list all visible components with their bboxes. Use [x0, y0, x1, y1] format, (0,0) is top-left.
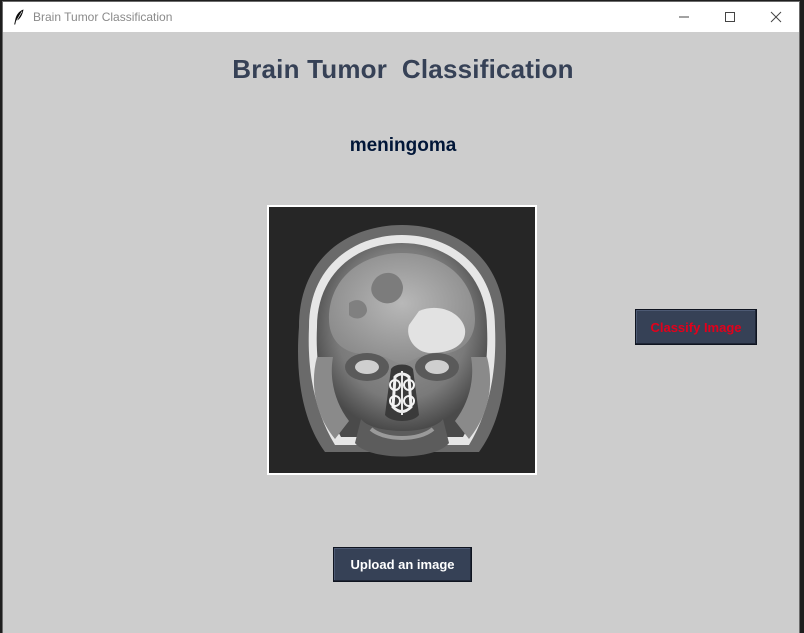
maximize-icon: [725, 12, 735, 22]
minimize-button[interactable]: [661, 2, 707, 32]
classify-image-button[interactable]: Classify Image: [635, 309, 757, 345]
app-window: Brain Tumor Classification Brain Tumor C…: [3, 2, 799, 633]
maximize-button[interactable]: [707, 2, 753, 32]
window-title: Brain Tumor Classification: [33, 10, 173, 24]
title-bar[interactable]: Brain Tumor Classification: [3, 2, 799, 32]
mri-scan-image: [269, 207, 535, 473]
window-controls: [661, 2, 799, 32]
page-title: Brain Tumor Classification: [232, 54, 574, 84]
prediction-label: meningoma: [349, 135, 457, 156]
minimize-icon: [679, 16, 689, 18]
close-icon: [770, 11, 782, 23]
mri-image-panel: [267, 205, 537, 475]
upload-image-button[interactable]: Upload an image: [333, 547, 472, 582]
client-area: Brain Tumor Classification meningoma Cla…: [3, 32, 799, 633]
feather-icon: [13, 9, 25, 25]
close-button[interactable]: [753, 2, 799, 32]
